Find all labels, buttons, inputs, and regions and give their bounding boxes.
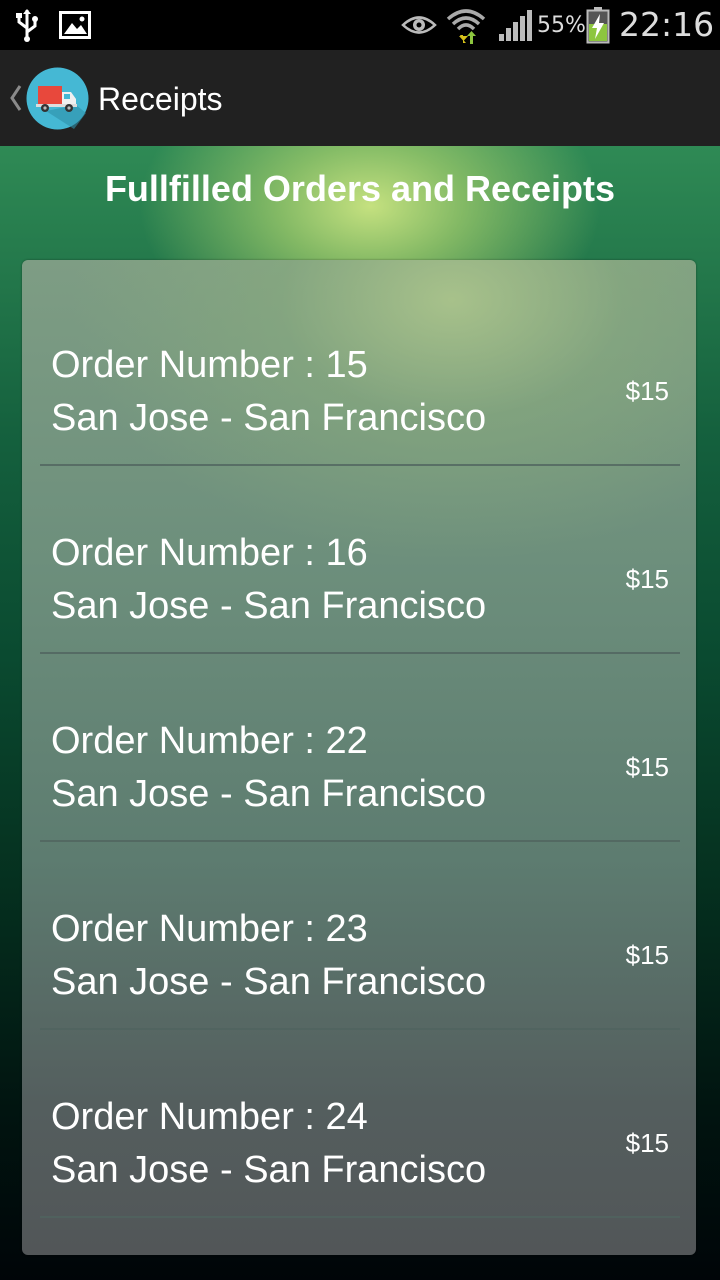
order-number: Order Number : 23 xyxy=(51,908,368,950)
page-title: Receipts xyxy=(98,81,223,117)
list-item[interactable]: Order Number : 24 San Jose - San Francis… xyxy=(22,1030,696,1218)
order-number: Order Number : 24 xyxy=(51,1096,368,1138)
wifi-icon xyxy=(446,0,486,50)
order-price: $15 xyxy=(625,1128,669,1158)
order-route: San Jose - San Francisco xyxy=(51,773,487,815)
order-route: San Jose - San Francisco xyxy=(51,585,487,627)
order-price: $15 xyxy=(625,376,669,406)
battery-percentage: 55% xyxy=(537,13,586,38)
order-route: San Jose - San Francisco xyxy=(51,397,487,439)
clock: 22:16 xyxy=(619,5,715,44)
chevron-left-icon[interactable] xyxy=(6,78,24,118)
battery-charging-icon xyxy=(585,0,611,50)
screen: 55% 22:16 Receipts Fullfilled Orders and… xyxy=(0,0,720,1280)
section-heading: Fullfilled Orders and Receipts xyxy=(104,168,616,209)
list-item[interactable]: Order Number : 16 San Jose - San Francis… xyxy=(22,466,696,654)
receipts-list: Order Number : 15 San Jose - San Francis… xyxy=(22,260,696,1255)
content-area: Fullfilled Orders and Receipts Order Num… xyxy=(0,146,720,1280)
list-item[interactable]: Order Number : 23 San Jose - San Francis… xyxy=(22,842,696,1030)
order-route: San Jose - San Francisco xyxy=(51,1149,487,1191)
delivery-truck-logo[interactable] xyxy=(26,67,89,130)
divider xyxy=(40,1216,680,1218)
eye-icon xyxy=(401,0,437,50)
action-bar: Receipts xyxy=(0,50,720,146)
list-item[interactable]: Order Number : 15 San Jose - San Francis… xyxy=(22,278,696,466)
order-number: Order Number : 15 xyxy=(51,344,368,386)
order-number: Order Number : 16 xyxy=(51,532,368,574)
usb-icon xyxy=(14,0,40,50)
order-price: $15 xyxy=(625,752,669,782)
status-bar: 55% 22:16 xyxy=(0,0,720,50)
list-item[interactable]: Order Number : 22 San Jose - San Francis… xyxy=(22,654,696,842)
order-route: San Jose - San Francisco xyxy=(51,961,487,1003)
image-icon xyxy=(58,0,92,50)
signal-icon xyxy=(496,0,534,50)
order-price: $15 xyxy=(625,564,669,594)
order-number: Order Number : 22 xyxy=(51,720,368,762)
order-price: $15 xyxy=(625,940,669,970)
